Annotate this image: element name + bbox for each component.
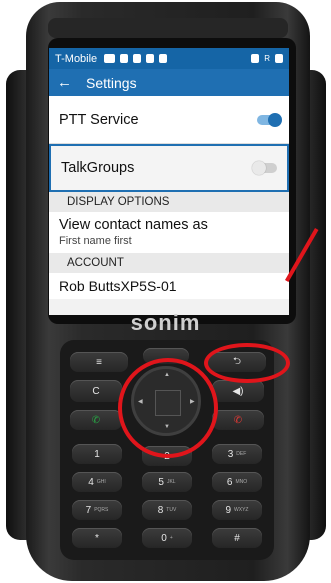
key-5-label: 5 [158,476,164,488]
clear-key-label: C [92,385,100,397]
speaker-icon: ◀) [232,385,244,397]
account-header: ACCOUNT [49,253,289,273]
ptt-service-label: PTT Service [59,111,139,128]
view-contact-names-value: First name first [59,235,132,247]
key-0-label: 0 [161,532,167,544]
page-title: Settings [86,74,137,91]
toggle-knob [252,161,266,175]
key-1[interactable]: 1 [72,444,122,464]
status-bar: T-Mobile R [49,48,289,69]
volume-key[interactable]: ◀) [212,380,264,402]
account-name: Rob ButtsXP5S-01 [59,278,177,294]
key-5[interactable]: 5 JKL [142,472,192,492]
phone-screen: T-Mobile R ← Settings PTT Service TalkGr… [49,48,289,315]
signal-icon [251,54,260,63]
key-7-sub: PQRS [94,507,109,513]
call-key[interactable]: ✆ [70,410,122,430]
end-call-icon: ✆ [233,414,243,426]
key-6-sub: MNO [235,479,248,485]
key-3-sub: DEF [236,451,247,457]
key-1-label: 1 [94,448,100,460]
key-9-label: 9 [225,504,232,516]
end-call-key[interactable]: ✆ [212,410,264,430]
talkgroups-toggle[interactable] [252,161,277,175]
menu-icon: ≡ [96,356,102,368]
voicemail-icon [120,54,129,63]
roaming-indicator: R [264,54,270,63]
key-3[interactable]: 3 DEF [212,444,262,464]
key-hash-label: # [234,532,240,544]
key-7-label: 7 [85,504,92,516]
clear-key[interactable]: C [70,380,122,402]
phone-photo: T-Mobile R ← Settings PTT Service TalkGr… [0,0,331,583]
key-8[interactable]: 8 TUV [142,500,192,520]
key-8-label: 8 [157,504,164,516]
app-icon [133,54,142,63]
key-5-sub: JKL [166,479,176,485]
key-4-sub: GHI [96,479,106,485]
back-arrow-icon[interactable]: ← [57,74,72,91]
key-9-sub: WXYZ [234,507,249,513]
key-hash[interactable]: # [212,528,262,548]
key-star[interactable]: * [72,528,122,548]
view-contact-names-item[interactable]: View contact names as First name first [49,212,289,253]
key-3-label: 3 [227,448,234,460]
ptt-service-row[interactable]: PTT Service [49,96,289,144]
carrier-label: T-Mobile [55,52,98,65]
dpad-highlight-circle [118,358,218,458]
key-4[interactable]: 4 GHI [72,472,122,492]
key-7[interactable]: 7 PQRS [72,500,122,520]
talkgroups-label: TalkGroups [61,160,135,176]
key-9[interactable]: 9 WXYZ [212,500,262,520]
display-options-header: DISPLAY OPTIONS [49,192,289,212]
key-6-label: 6 [226,476,233,488]
talkgroups-row[interactable]: TalkGroups [49,144,289,192]
view-contact-names-title: View contact names as [59,217,208,233]
ptt-service-toggle[interactable] [257,112,282,127]
app-icon [146,54,155,63]
top-grip [48,18,288,38]
key-4-label: 4 [88,476,94,488]
message-icon [104,54,116,63]
key-0-sub: + [169,535,173,541]
back-key-highlight-circle [204,343,290,383]
account-item[interactable]: Rob ButtsXP5S-01 [49,273,289,299]
battery-icon [275,54,283,63]
key-6[interactable]: 6 MNO [212,472,262,492]
key-0[interactable]: 0 + [142,528,192,548]
app-bar: ← Settings [49,69,289,96]
image-icon [159,54,168,63]
call-icon: ✆ [91,414,101,426]
brand-logo: sonim [130,310,201,335]
key-8-sub: TUV [166,507,177,513]
key-star-label: * [95,532,99,544]
menu-key[interactable]: ≡ [70,352,128,372]
toggle-knob [268,112,282,127]
